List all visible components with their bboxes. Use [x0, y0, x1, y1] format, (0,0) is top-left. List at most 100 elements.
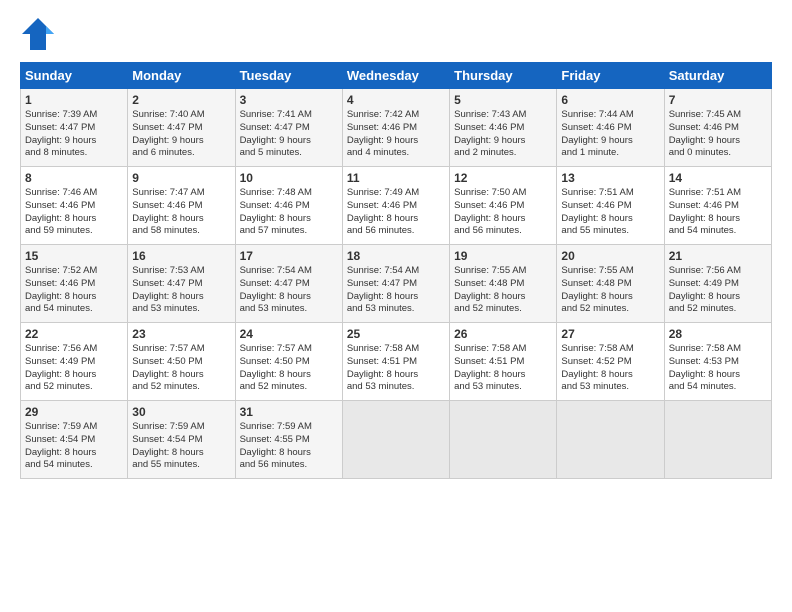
week-row-5: 29 Sunrise: 7:59 AM Sunset: 4:54 PM Dayli…	[21, 401, 772, 479]
calendar-cell: 31Sunrise: 7:59 AM Sunset: 4:55 PM Dayli…	[235, 401, 342, 479]
day-number: 1	[25, 93, 123, 107]
logo-icon	[20, 16, 56, 52]
calendar-cell: 15 Sunrise: 7:52 AM Sunset: 4:46 PM Dayli…	[21, 245, 128, 323]
cell-info: Sunrise: 7:49 AM Sunset: 4:46 PM Dayligh…	[347, 187, 445, 238]
dow-wednesday: Wednesday	[342, 63, 449, 89]
dow-saturday: Saturday	[664, 63, 771, 89]
dow-sunday: Sunday	[21, 63, 128, 89]
calendar-cell: 20 Sunrise: 7:55 AM Sunset: 4:48 PM Dayli…	[557, 245, 664, 323]
calendar-cell: 1 Sunrise: 7:39 AM Sunset: 4:47 PM Daylig…	[21, 89, 128, 167]
day-number: 29	[25, 405, 123, 419]
calendar-cell	[664, 401, 771, 479]
calendar-cell	[557, 401, 664, 479]
week-row-2: 8 Sunrise: 7:46 AM Sunset: 4:46 PM Daylig…	[21, 167, 772, 245]
calendar-cell: 5Sunrise: 7:43 AM Sunset: 4:46 PM Daylig…	[450, 89, 557, 167]
cell-info: Sunrise: 7:48 AM Sunset: 4:46 PM Dayligh…	[240, 187, 338, 238]
calendar-cell: 19 Sunrise: 7:55 AM Sunset: 4:48 PM Dayli…	[450, 245, 557, 323]
day-number: 14	[669, 171, 767, 185]
cell-info: Sunrise: 7:57 AM Sunset: 4:50 PM Dayligh…	[132, 343, 230, 394]
cell-info: Sunrise: 7:55 AM Sunset: 4:48 PM Dayligh…	[561, 265, 659, 316]
cell-info: Sunrise: 7:45 AM Sunset: 4:46 PM Dayligh…	[669, 109, 767, 160]
logo	[20, 16, 60, 52]
cell-info: Sunrise: 7:52 AM Sunset: 4:46 PM Dayligh…	[25, 265, 123, 316]
page: SundayMondayTuesdayWednesdayThursdayFrid…	[0, 0, 792, 489]
cell-info: Sunrise: 7:47 AM Sunset: 4:46 PM Dayligh…	[132, 187, 230, 238]
day-number: 9	[132, 171, 230, 185]
cell-info: Sunrise: 7:51 AM Sunset: 4:46 PM Dayligh…	[669, 187, 767, 238]
dow-thursday: Thursday	[450, 63, 557, 89]
cell-info: Sunrise: 7:59 AM Sunset: 4:54 PM Dayligh…	[132, 421, 230, 472]
day-number: 15	[25, 249, 123, 263]
cell-info: Sunrise: 7:57 AM Sunset: 4:50 PM Dayligh…	[240, 343, 338, 394]
calendar-table: SundayMondayTuesdayWednesdayThursdayFrid…	[20, 62, 772, 479]
day-number: 7	[669, 93, 767, 107]
day-number: 8	[25, 171, 123, 185]
calendar-cell: 4 Sunrise: 7:42 AM Sunset: 4:46 PM Daylig…	[342, 89, 449, 167]
calendar-cell: 2 Sunrise: 7:40 AM Sunset: 4:47 PM Daylig…	[128, 89, 235, 167]
calendar-cell: 9 Sunrise: 7:47 AM Sunset: 4:46 PM Daylig…	[128, 167, 235, 245]
calendar-cell: 17 Sunrise: 7:54 AM Sunset: 4:47 PM Dayli…	[235, 245, 342, 323]
calendar-cell: 30 Sunrise: 7:59 AM Sunset: 4:54 PM Dayli…	[128, 401, 235, 479]
cell-info: Sunrise: 7:58 AM Sunset: 4:52 PM Dayligh…	[561, 343, 659, 394]
calendar-cell: 14 Sunrise: 7:51 AM Sunset: 4:46 PM Dayli…	[664, 167, 771, 245]
day-number: 3	[240, 93, 338, 107]
day-number: 31	[240, 405, 338, 419]
day-number: 23	[132, 327, 230, 341]
cell-info: Sunrise: 7:51 AM Sunset: 4:46 PM Dayligh…	[561, 187, 659, 238]
cell-info: Sunrise: 7:54 AM Sunset: 4:47 PM Dayligh…	[240, 265, 338, 316]
calendar-cell: 28 Sunrise: 7:58 AM Sunset: 4:53 PM Dayli…	[664, 323, 771, 401]
day-number: 19	[454, 249, 552, 263]
day-number: 5	[454, 93, 552, 107]
cell-info: Sunrise: 7:41 AM Sunset: 4:47 PM Dayligh…	[240, 109, 338, 160]
cell-info: Sunrise: 7:53 AM Sunset: 4:47 PM Dayligh…	[132, 265, 230, 316]
cell-info: Sunrise: 7:58 AM Sunset: 4:51 PM Dayligh…	[347, 343, 445, 394]
calendar-cell: 7 Sunrise: 7:45 AM Sunset: 4:46 PM Daylig…	[664, 89, 771, 167]
day-number: 28	[669, 327, 767, 341]
day-of-week-header: SundayMondayTuesdayWednesdayThursdayFrid…	[21, 63, 772, 89]
cell-info: Sunrise: 7:54 AM Sunset: 4:47 PM Dayligh…	[347, 265, 445, 316]
cell-info: Sunrise: 7:44 AM Sunset: 4:46 PM Dayligh…	[561, 109, 659, 160]
day-number: 11	[347, 171, 445, 185]
day-number: 30	[132, 405, 230, 419]
calendar-cell: 11 Sunrise: 7:49 AM Sunset: 4:46 PM Dayli…	[342, 167, 449, 245]
calendar-cell: 6Sunrise: 7:44 AM Sunset: 4:46 PM Daylig…	[557, 89, 664, 167]
day-number: 12	[454, 171, 552, 185]
cell-info: Sunrise: 7:56 AM Sunset: 4:49 PM Dayligh…	[669, 265, 767, 316]
calendar-cell	[450, 401, 557, 479]
calendar-cell: 25Sunrise: 7:58 AM Sunset: 4:51 PM Dayli…	[342, 323, 449, 401]
day-number: 16	[132, 249, 230, 263]
calendar-cell: 24 Sunrise: 7:57 AM Sunset: 4:50 PM Dayli…	[235, 323, 342, 401]
day-number: 20	[561, 249, 659, 263]
calendar-cell: 22Sunrise: 7:56 AM Sunset: 4:49 PM Dayli…	[21, 323, 128, 401]
day-number: 24	[240, 327, 338, 341]
cell-info: Sunrise: 7:58 AM Sunset: 4:51 PM Dayligh…	[454, 343, 552, 394]
day-number: 26	[454, 327, 552, 341]
cell-info: Sunrise: 7:55 AM Sunset: 4:48 PM Dayligh…	[454, 265, 552, 316]
day-number: 21	[669, 249, 767, 263]
week-row-4: 22Sunrise: 7:56 AM Sunset: 4:49 PM Dayli…	[21, 323, 772, 401]
cell-info: Sunrise: 7:50 AM Sunset: 4:46 PM Dayligh…	[454, 187, 552, 238]
calendar-cell: 13Sunrise: 7:51 AM Sunset: 4:46 PM Dayli…	[557, 167, 664, 245]
calendar-cell: 26 Sunrise: 7:58 AM Sunset: 4:51 PM Dayli…	[450, 323, 557, 401]
day-number: 17	[240, 249, 338, 263]
cell-info: Sunrise: 7:40 AM Sunset: 4:47 PM Dayligh…	[132, 109, 230, 160]
cell-info: Sunrise: 7:56 AM Sunset: 4:49 PM Dayligh…	[25, 343, 123, 394]
week-row-1: 1 Sunrise: 7:39 AM Sunset: 4:47 PM Daylig…	[21, 89, 772, 167]
dow-monday: Monday	[128, 63, 235, 89]
calendar-cell: 12 Sunrise: 7:50 AM Sunset: 4:46 PM Dayli…	[450, 167, 557, 245]
header	[20, 16, 772, 52]
cell-info: Sunrise: 7:46 AM Sunset: 4:46 PM Dayligh…	[25, 187, 123, 238]
cell-info: Sunrise: 7:42 AM Sunset: 4:46 PM Dayligh…	[347, 109, 445, 160]
calendar-cell: 29 Sunrise: 7:59 AM Sunset: 4:54 PM Dayli…	[21, 401, 128, 479]
calendar-cell: 27Sunrise: 7:58 AM Sunset: 4:52 PM Dayli…	[557, 323, 664, 401]
cell-info: Sunrise: 7:58 AM Sunset: 4:53 PM Dayligh…	[669, 343, 767, 394]
cell-info: Sunrise: 7:39 AM Sunset: 4:47 PM Dayligh…	[25, 109, 123, 160]
calendar-cell: 10 Sunrise: 7:48 AM Sunset: 4:46 PM Dayli…	[235, 167, 342, 245]
cell-info: Sunrise: 7:59 AM Sunset: 4:54 PM Dayligh…	[25, 421, 123, 472]
day-number: 10	[240, 171, 338, 185]
calendar-cell	[342, 401, 449, 479]
day-number: 4	[347, 93, 445, 107]
day-number: 18	[347, 249, 445, 263]
dow-tuesday: Tuesday	[235, 63, 342, 89]
day-number: 2	[132, 93, 230, 107]
